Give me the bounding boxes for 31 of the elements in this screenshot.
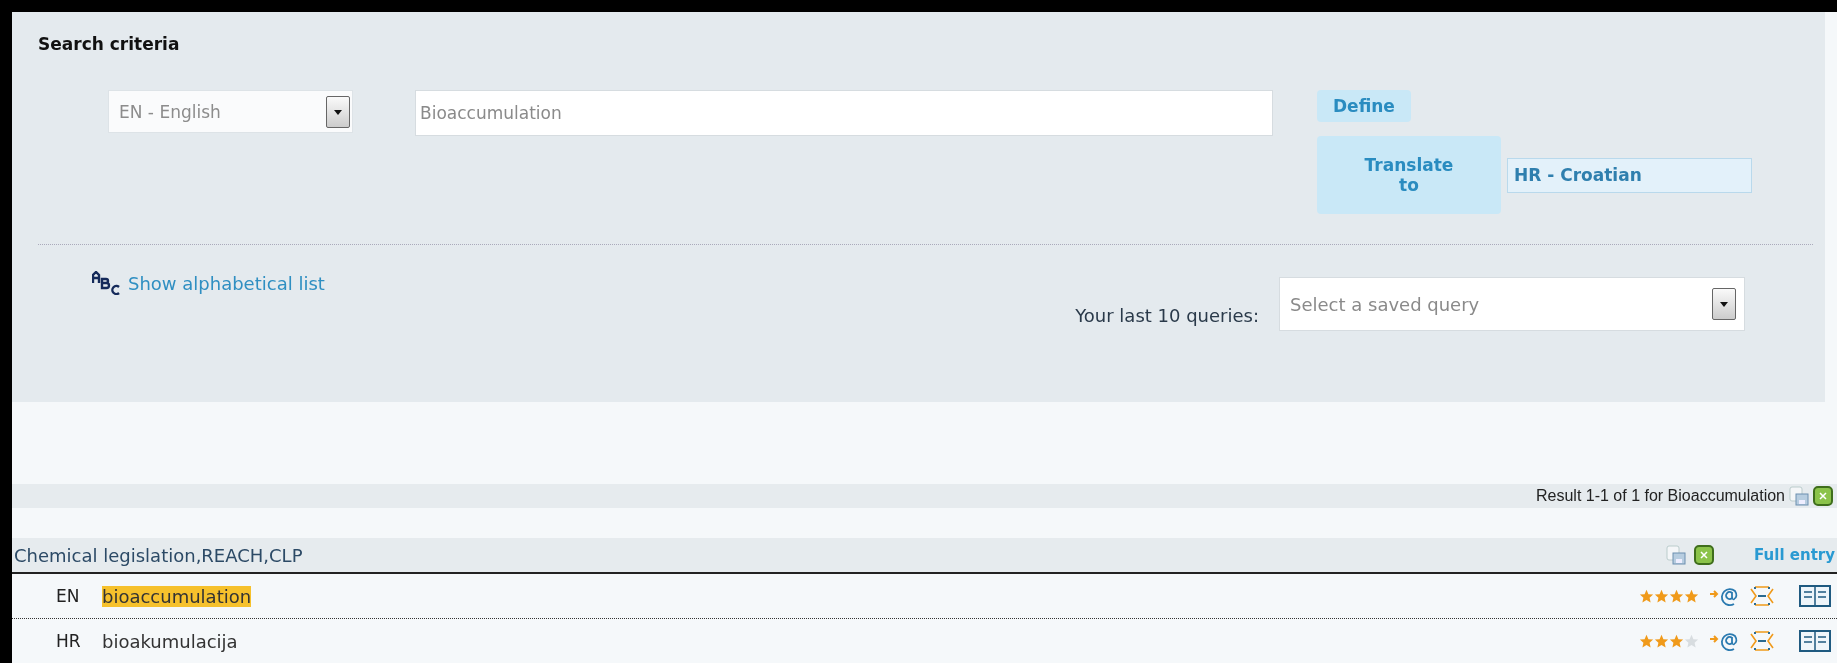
domain-title: Chemical legislation,REACH,CLP — [14, 544, 304, 566]
star-icon — [1669, 634, 1684, 649]
language-code: HR — [55, 631, 82, 652]
star-icon — [1654, 589, 1669, 604]
star-icon — [1684, 589, 1699, 604]
star-icon — [1669, 589, 1684, 604]
search-field[interactable]: Bioaccumulation — [415, 90, 1273, 136]
compare-icon[interactable] — [1749, 585, 1775, 608]
language-select[interactable]: EN - English — [108, 90, 353, 133]
star-icon — [1639, 634, 1654, 649]
spreadsheet-icon[interactable] — [1694, 545, 1715, 566]
saved-query-select[interactable]: Select a saved query — [1279, 277, 1745, 331]
term-text: bioakumulacija — [102, 630, 238, 652]
star-icon — [1684, 634, 1699, 649]
language-code: EN — [55, 586, 81, 607]
alphabetical-list-link[interactable]: Show alphabetical list — [92, 265, 325, 301]
define-button[interactable]: Define — [1317, 90, 1411, 122]
star-icon — [1654, 634, 1669, 649]
term-text: bioaccumulation — [102, 585, 252, 607]
target-language-select[interactable]: HR - Croatian — [1507, 157, 1752, 193]
star-icon — [1639, 589, 1654, 604]
last-queries-label: Your last 10 queries: — [1075, 303, 1259, 326]
translate-button[interactable]: Translate to — [1317, 136, 1501, 214]
book-icon[interactable] — [1799, 629, 1831, 654]
result-summary: Result 1-1 of 1 for Bioaccumulation — [1536, 487, 1785, 505]
book-icon[interactable] — [1799, 584, 1831, 609]
spreadsheet-icon[interactable] — [1813, 486, 1833, 506]
full-entry-link[interactable]: Full entry — [1754, 546, 1835, 565]
alphabet-icon — [92, 271, 120, 295]
panel-title: Search criteria — [38, 34, 181, 54]
compare-icon[interactable] — [1749, 630, 1775, 653]
